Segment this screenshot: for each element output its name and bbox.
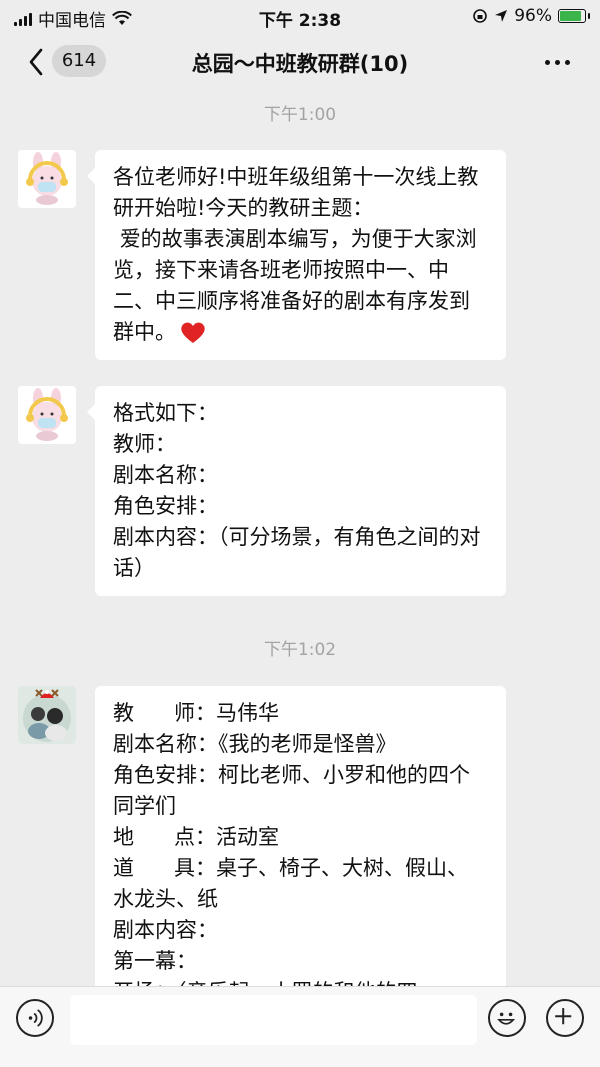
chat-title: 总园～中班教研群(10) (191, 52, 409, 76)
avatar[interactable] (18, 150, 76, 208)
nav-bar: 614 总园～中班教研群(10) (0, 34, 600, 90)
message-text: 各位老师好!中班年级组第十一次线上教研开始啦!今天的教研主题： 爱的故事表演剧本… (113, 165, 479, 344)
message-input[interactable] (70, 995, 477, 1045)
location-icon (495, 10, 508, 22)
voice-icon[interactable] (16, 999, 54, 1037)
time-divider: 下午1:02 (263, 640, 337, 660)
message-text: 教 师：马伟华 剧本名称：《我的老师是怪兽》 角色安排：柯比老师、小罗和他的四个… (95, 686, 506, 986)
heart-emoji (181, 322, 205, 343)
input-bar (0, 986, 600, 1067)
emoji-icon[interactable] (488, 999, 526, 1037)
message-text: 格式如下： 教师： 剧本名称： 角色安排： 剧本内容：（可分场景，有角色之间的对… (87, 386, 506, 596)
lock-rotation-icon (473, 9, 488, 23)
avatar[interactable] (18, 686, 76, 744)
more-icon[interactable] (545, 60, 570, 65)
time-divider: 下午1:00 (263, 105, 337, 125)
battery-percent: 96% (514, 6, 552, 26)
plus-icon[interactable] (546, 999, 584, 1037)
status-bar: 中国电信 下午 2:38 96% (0, 0, 600, 34)
avatar[interactable] (18, 386, 76, 444)
chat-area[interactable]: 下午1:00 各位老师好!中班年级组第十一次线上教研开始啦!今天的教研主题： 爱… (0, 90, 600, 986)
battery-icon (558, 9, 590, 23)
